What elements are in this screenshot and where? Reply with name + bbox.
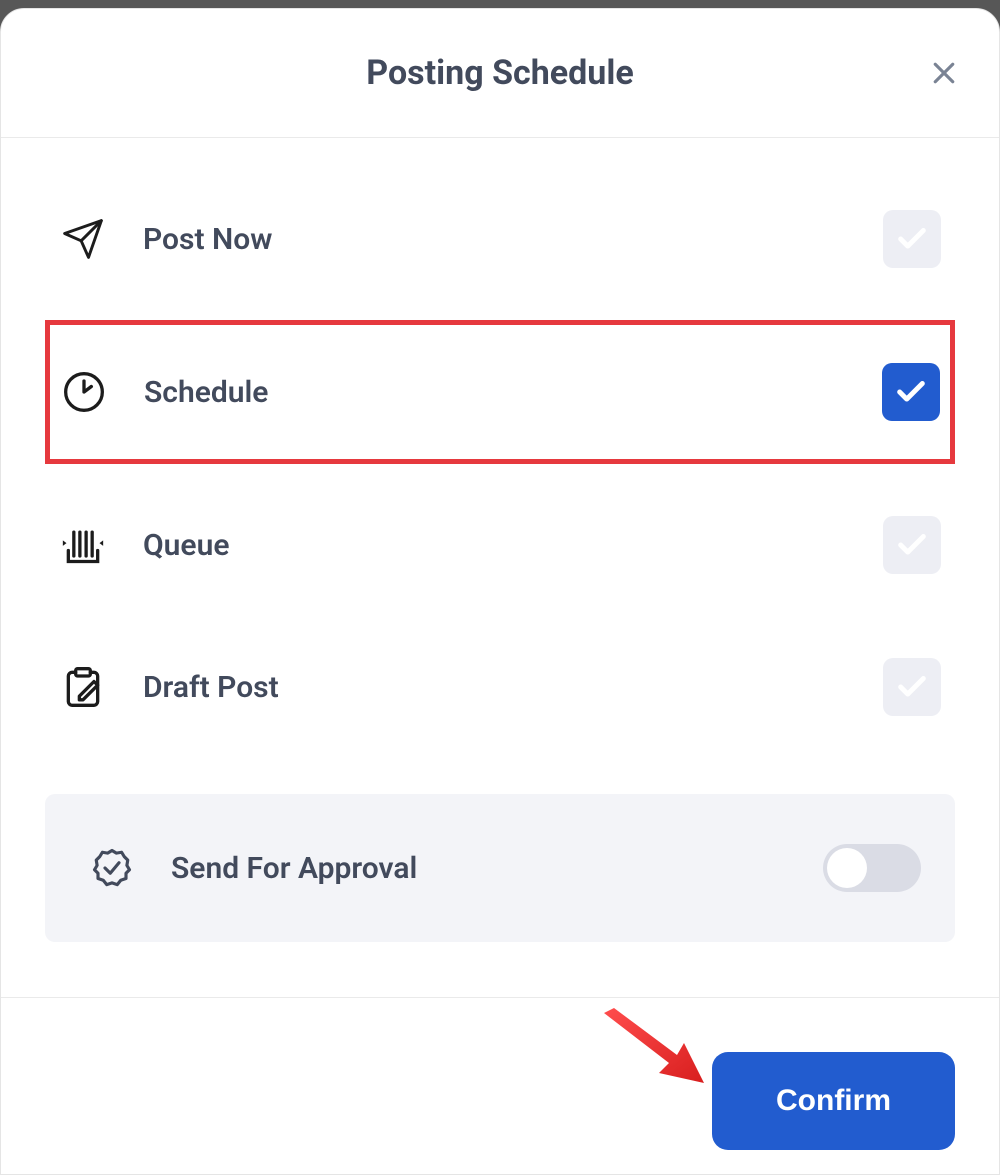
option-queue[interactable]: Queue bbox=[45, 474, 955, 616]
arrow-annotation bbox=[599, 1008, 719, 1098]
check-icon bbox=[895, 528, 929, 562]
option-label: Schedule bbox=[144, 375, 846, 410]
checkbox-schedule[interactable] bbox=[882, 363, 940, 421]
option-post-now[interactable]: Post Now bbox=[45, 168, 955, 310]
queue-icon bbox=[59, 521, 107, 569]
approval-badge-icon bbox=[89, 845, 135, 891]
option-label: Post Now bbox=[143, 222, 847, 257]
toggle-knob bbox=[827, 848, 867, 888]
approval-label: Send For Approval bbox=[171, 851, 787, 886]
modal-header: Posting Schedule bbox=[1, 9, 999, 138]
modal-body: Post Now Schedule bbox=[1, 138, 999, 997]
clock-icon bbox=[60, 368, 108, 416]
clipboard-edit-icon bbox=[59, 663, 107, 711]
check-icon bbox=[895, 670, 929, 704]
option-draft[interactable]: Draft Post bbox=[45, 616, 955, 758]
checkbox-draft[interactable] bbox=[883, 658, 941, 716]
confirm-button[interactable]: Confirm bbox=[712, 1052, 955, 1150]
check-icon bbox=[894, 375, 928, 409]
checkbox-post-now[interactable] bbox=[883, 210, 941, 268]
close-button[interactable] bbox=[929, 58, 959, 88]
approval-toggle[interactable] bbox=[823, 844, 921, 892]
checkbox-queue[interactable] bbox=[883, 516, 941, 574]
close-icon bbox=[929, 58, 959, 88]
approval-section: Send For Approval bbox=[45, 794, 955, 942]
check-icon bbox=[895, 222, 929, 256]
option-label: Queue bbox=[143, 528, 847, 563]
paper-plane-icon bbox=[59, 215, 107, 263]
modal-title: Posting Schedule bbox=[366, 53, 633, 93]
option-schedule[interactable]: Schedule bbox=[45, 320, 955, 464]
modal-footer: Confirm bbox=[1, 997, 999, 1174]
option-label: Draft Post bbox=[143, 670, 847, 705]
posting-schedule-modal: Posting Schedule Post Now bbox=[0, 8, 1000, 1175]
